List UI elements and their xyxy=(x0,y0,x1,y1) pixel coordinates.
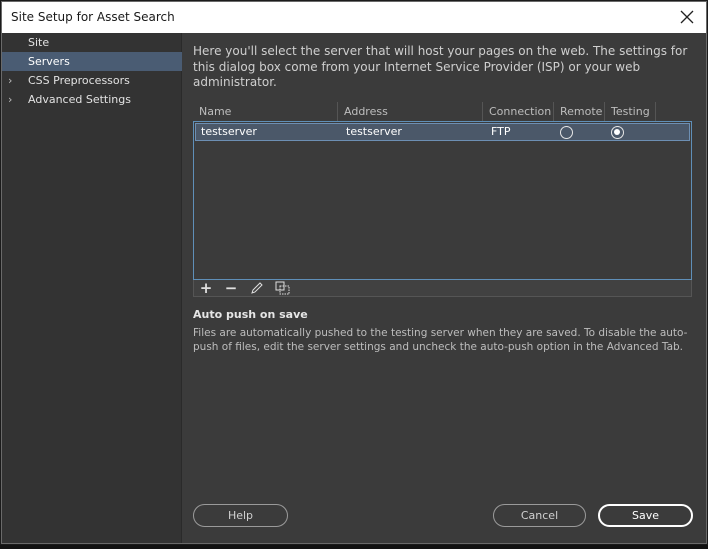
column-header-testing[interactable]: Testing xyxy=(605,102,656,121)
column-header-name[interactable]: Name xyxy=(193,102,338,121)
server-name-cell: testserver xyxy=(201,125,257,138)
column-header-connection[interactable]: Connection xyxy=(483,102,554,121)
main-panel: Here you'll select the server that will … xyxy=(183,33,706,543)
remote-radio[interactable] xyxy=(560,126,573,139)
sidebar-item-css-preprocessors[interactable]: › CSS Preprocessors xyxy=(2,71,182,90)
column-header-address[interactable]: Address xyxy=(338,102,483,121)
chevron-right-icon[interactable]: › xyxy=(8,90,12,109)
sidebar: Site Servers › CSS Preprocessors › Advan… xyxy=(2,33,182,543)
server-table: testserver testserver FTP xyxy=(193,121,692,280)
sidebar-item-advanced-settings[interactable]: › Advanced Settings xyxy=(2,90,182,109)
server-table-header: Name Address Connection Remote Testing xyxy=(193,102,692,121)
add-server-button[interactable]: + xyxy=(197,280,215,296)
sidebar-item-label: Advanced Settings xyxy=(28,93,131,106)
site-setup-dialog: Site Setup for Asset Search Site Servers… xyxy=(1,1,707,544)
edit-server-button[interactable] xyxy=(248,280,266,296)
sidebar-item-site[interactable]: Site xyxy=(2,33,182,52)
remove-server-button[interactable]: − xyxy=(222,280,240,296)
help-button[interactable]: Help xyxy=(193,504,288,527)
intro-text: Here you'll select the server that will … xyxy=(193,44,688,89)
title-bar: Site Setup for Asset Search xyxy=(2,2,706,33)
pencil-icon xyxy=(251,282,263,294)
sidebar-item-label: CSS Preprocessors xyxy=(28,74,130,87)
server-connection-cell: FTP xyxy=(491,125,511,138)
column-header-remote[interactable]: Remote xyxy=(554,102,605,121)
sidebar-item-servers[interactable]: Servers xyxy=(2,52,182,71)
duplicate-icon xyxy=(275,281,290,295)
table-row[interactable]: testserver testserver FTP xyxy=(195,123,690,141)
cancel-button[interactable]: Cancel xyxy=(493,504,586,527)
sidebar-item-label: Site xyxy=(28,36,50,49)
sidebar-item-label: Servers xyxy=(28,55,70,68)
server-toolbar: + − xyxy=(193,280,692,297)
server-address-cell: testserver xyxy=(346,125,402,138)
taskbar-strip xyxy=(0,545,708,549)
window-title: Site Setup for Asset Search xyxy=(11,10,175,24)
testing-radio[interactable] xyxy=(611,126,624,139)
close-icon[interactable] xyxy=(678,8,696,26)
save-button[interactable]: Save xyxy=(598,504,693,527)
chevron-right-icon[interactable]: › xyxy=(8,71,12,90)
auto-push-title: Auto push on save xyxy=(193,308,308,321)
duplicate-server-button[interactable] xyxy=(274,280,292,296)
auto-push-description: Files are automatically pushed to the te… xyxy=(193,327,688,353)
